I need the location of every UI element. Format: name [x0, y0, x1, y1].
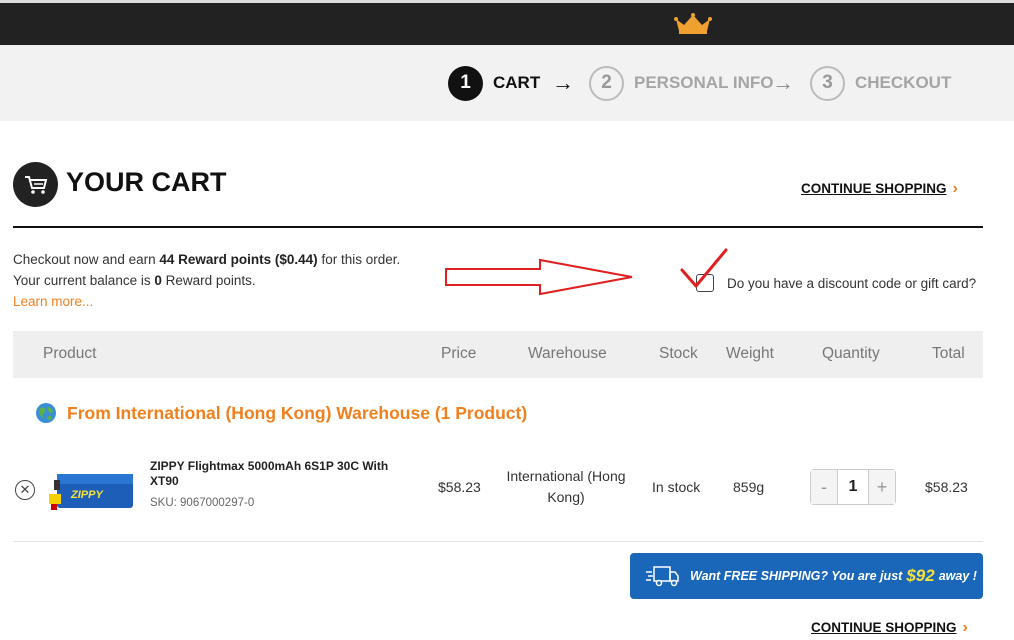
product-name-link[interactable]: ZIPPY Flightmax 5000mAh 6S1P 30C With XT… [150, 459, 410, 489]
discount-label: Do you have a discount code or gift card… [727, 275, 977, 291]
warehouse-group-label: From International (Hong Kong) Warehouse… [67, 402, 528, 423]
discount-toggle[interactable]: Do you have a discount code or gift card… [696, 274, 976, 292]
cart-icon [13, 162, 58, 207]
top-bar [0, 0, 1014, 45]
col-product: Product [43, 345, 97, 362]
continue-shopping-link[interactable]: CONTINUE SHOPPING › [801, 180, 958, 198]
truck-icon [646, 566, 679, 587]
product-weight: 859g [733, 479, 765, 495]
col-quantity: Quantity [822, 345, 880, 362]
continue-shopping-label: CONTINUE SHOPPING [801, 181, 947, 196]
decrease-quantity-button[interactable]: - [811, 470, 837, 504]
annotation-arrow [445, 258, 633, 296]
step-number: 1 [448, 65, 483, 101]
continue-shopping-label: CONTINUE SHOPPING [811, 620, 957, 635]
shipping-text: away ! [938, 569, 977, 583]
balance-text: Reward points. [161, 273, 256, 288]
reward-text: for this order. [317, 252, 401, 267]
reward-text: Checkout now and earn [13, 252, 160, 267]
table-row: ✕ ZIPPY ZIPPY Flightmax 5000mAh 6S1P 30C… [13, 444, 983, 542]
page-title: YOUR CART [66, 167, 227, 197]
step-label: CHECKOUT [855, 73, 952, 92]
quantity-input[interactable]: 1 [837, 470, 869, 504]
col-total: Total [932, 345, 965, 362]
step-label: PERSONAL INFO [634, 73, 774, 92]
arrow-right-icon: → [552, 70, 574, 95]
chevron-right-icon: › [952, 180, 958, 197]
col-weight: Weight [726, 345, 774, 362]
shipping-text: Want FREE SHIPPING? You are just [690, 569, 903, 583]
arrow-right-icon: → [772, 70, 794, 95]
free-shipping-banner: Want FREE SHIPPING? You are just $92 awa… [630, 553, 983, 599]
checkout-steps: 1 CART → 2 PERSONAL INFO → 3 CHECKOUT [0, 45, 1014, 121]
cart-table-header: Product Price Warehouse Stock Weight Qua… [13, 331, 983, 378]
reward-points: 44 Reward points [159, 252, 272, 267]
step-number: 3 [810, 65, 845, 101]
step-number: 2 [589, 65, 624, 101]
continue-shopping-link-bottom[interactable]: CONTINUE SHOPPING › [811, 619, 968, 637]
warehouse-group-title: From International (Hong Kong) Warehouse… [35, 402, 527, 424]
remove-item-button[interactable]: ✕ [15, 480, 35, 500]
product-sku: SKU: 9067000297-0 [150, 497, 255, 509]
chevron-right-icon: › [962, 619, 968, 636]
svg-text:ZIPPY: ZIPPY [70, 489, 104, 501]
col-stock: Stock [659, 345, 698, 362]
col-price: Price [441, 345, 477, 362]
learn-more-link[interactable]: Learn more... [13, 291, 400, 312]
reward-value: ($0.44) [274, 252, 318, 267]
col-warehouse: Warehouse [528, 345, 607, 362]
annotation-checkmark [680, 248, 728, 288]
reward-points-info: Checkout now and earn 44 Reward points (… [13, 249, 400, 312]
globe-icon [36, 403, 56, 423]
balance-text: Your current balance is [13, 273, 155, 288]
crown-logo-icon[interactable] [673, 13, 713, 35]
product-stock: In stock [652, 479, 701, 495]
product-thumbnail[interactable]: ZIPPY [49, 466, 135, 514]
quantity-stepper: - 1 + [810, 469, 896, 505]
increase-quantity-button[interactable]: + [869, 470, 895, 504]
reward-balance: 0 [154, 273, 162, 288]
step-cart[interactable]: 1 CART [448, 65, 540, 101]
step-personal-info[interactable]: 2 PERSONAL INFO [589, 65, 773, 101]
product-price: $58.23 [438, 479, 481, 495]
step-label: CART [493, 73, 541, 92]
product-total: $58.23 [925, 479, 968, 495]
product-warehouse: International (Hong Kong) [506, 468, 626, 505]
step-checkout[interactable]: 3 CHECKOUT [810, 65, 951, 101]
shipping-amount: $92 [906, 566, 935, 585]
